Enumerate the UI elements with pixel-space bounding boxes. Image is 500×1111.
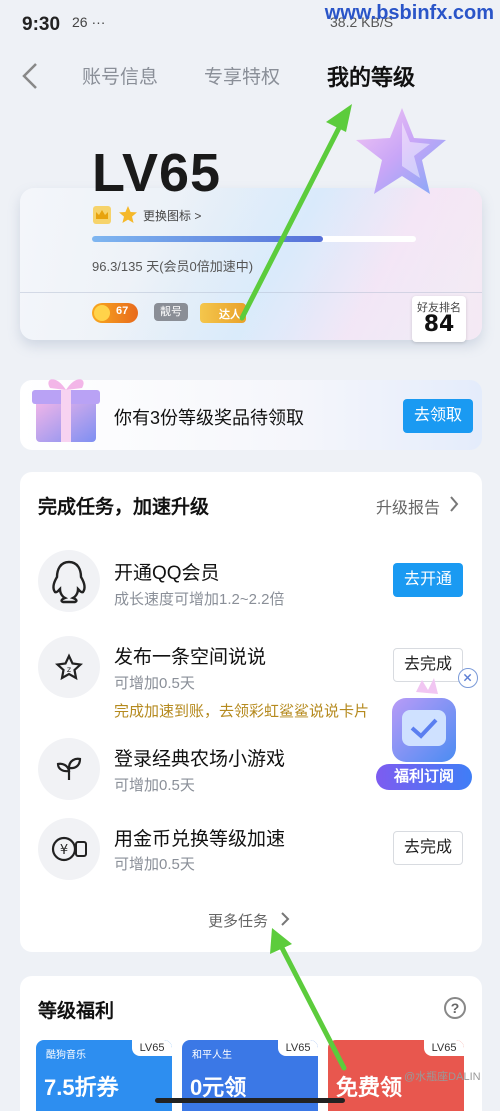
tasks-title: 完成任务，加速升级 [38, 497, 210, 518]
change-icon-link[interactable]: 更换图标 > [143, 207, 201, 224]
home-indicator[interactable] [155, 1098, 345, 1103]
close-icon[interactable] [458, 668, 478, 688]
upgrade-report-link[interactable]: 升级报告 [376, 494, 440, 518]
benefits-title: 等级福利 [38, 1001, 115, 1022]
star-icon [119, 206, 137, 223]
sun-badge-value: 67 [116, 305, 129, 317]
liang-badge[interactable]: 靓号 [154, 303, 188, 321]
level-progress-text: 96.3/135 天(会员0倍加速中) [92, 259, 254, 274]
benefit-level-tag: LV65 [132, 1040, 172, 1056]
help-icon[interactable]: ? [444, 997, 466, 1019]
gift-box-icon [32, 379, 100, 442]
chevron-right-icon [450, 496, 459, 512]
status-time: 9:30 [22, 14, 61, 35]
sun-badge[interactable] [92, 303, 138, 323]
more-tasks-link[interactable]: 更多任务 [208, 910, 268, 931]
chevron-left-icon [22, 63, 37, 89]
level-progress-fill [92, 236, 323, 242]
benefit-brand: 和平人生 [192, 1050, 232, 1061]
benefit-level-tag: LV65 [424, 1040, 464, 1056]
task-title: 发布一条空间说说 [114, 647, 267, 668]
chevron-right-icon [281, 912, 290, 926]
sprout-icon [38, 738, 100, 800]
level-title: LV65 [92, 143, 222, 203]
task-subtitle: 成长速度可增加1.2~2.2倍 [114, 591, 285, 608]
task-subtitle: 可增加0.5天 [114, 777, 195, 794]
complete-task-button[interactable]: 去完成 [393, 831, 463, 865]
daren-badge-label: 达人 [219, 309, 241, 321]
reward-text: 你有3份等级奖品待领取 [114, 408, 305, 428]
benefit-level-tag: LV65 [278, 1040, 318, 1056]
sun-icon [94, 305, 110, 321]
task-subtitle: 可增加0.5天 [114, 856, 195, 873]
promo-label[interactable]: 福利订阅 [376, 764, 472, 790]
svg-text:z: z [67, 665, 71, 674]
svg-text:¥: ¥ [60, 843, 68, 858]
coin-exchange-icon: ¥ [38, 818, 100, 880]
benefit-brand: 酷狗音乐 [46, 1050, 86, 1061]
claim-reward-button[interactable]: 去领取 [403, 399, 473, 433]
back-button[interactable] [16, 58, 46, 94]
tab-my-level[interactable]: 我的等级 [327, 60, 415, 92]
status-extra: 26 ··· [72, 14, 106, 30]
tab-exclusive-privileges[interactable]: 专享特权 [204, 62, 280, 89]
card-divider [20, 292, 482, 293]
author-watermark: @水瓶座DALIN [404, 1071, 481, 1083]
site-watermark: www.bsbinfx.com [324, 2, 494, 24]
star-badge-icon [356, 108, 446, 194]
benefit-text: 7.5折券 [44, 1075, 119, 1100]
level-progress-bar [92, 236, 416, 242]
benefit-text: 免费领 [336, 1075, 403, 1100]
task-title: 登录经典农场小游戏 [114, 749, 286, 770]
task-subtitle: 可增加0.5天 [114, 675, 195, 692]
task-title: 用金币兑换等级加速 [114, 829, 286, 850]
task-note[interactable]: 完成加速到账，去领彩虹鲨鲨说说卡片 [114, 700, 369, 721]
task-title: 开通QQ会员 [114, 563, 220, 584]
qq-penguin-icon [38, 550, 100, 612]
status-bar: 9:30 26 ··· 38.2 KB/S www.bsbinfx.com [0, 0, 500, 48]
friend-rank-value: 84 [423, 312, 455, 337]
qzone-star-icon: z [38, 636, 100, 698]
crown-icon [93, 206, 111, 224]
tab-account-info[interactable]: 账号信息 [82, 62, 158, 89]
benefit-tile[interactable]: 酷狗音乐 LV65 7.5折券 [36, 1040, 172, 1111]
open-vip-button[interactable]: 去开通 [393, 563, 463, 597]
